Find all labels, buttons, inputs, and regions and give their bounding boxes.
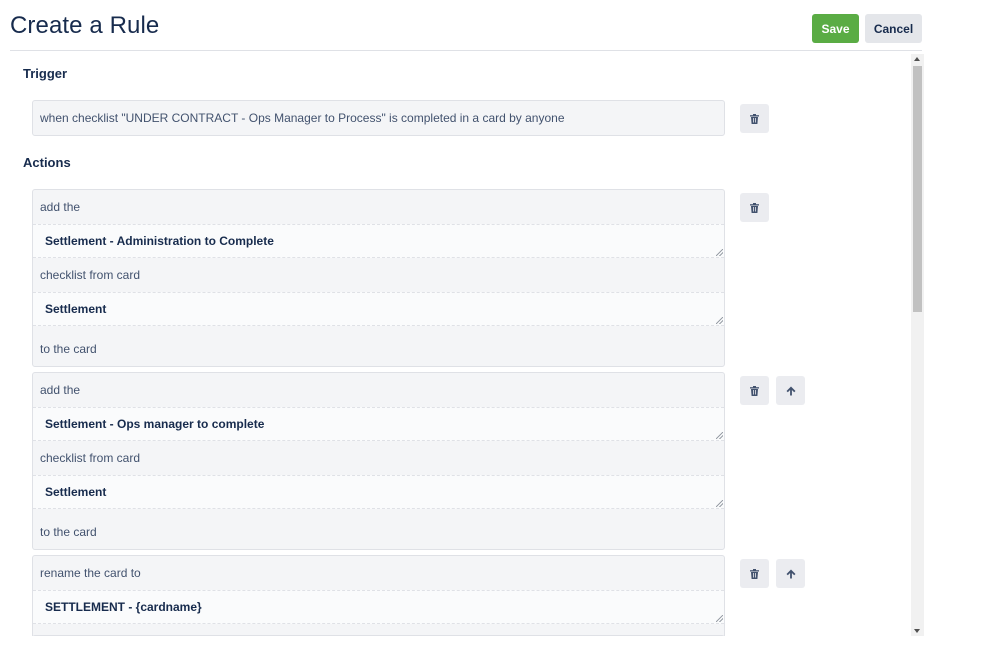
scroll-up-arrow-icon[interactable] xyxy=(914,57,920,61)
trash-icon xyxy=(750,568,759,579)
action-prefix-text: rename the card to xyxy=(40,566,141,580)
action-prefix-text: add the xyxy=(40,383,81,397)
page-title: Create a Rule xyxy=(10,12,160,39)
action-prefix-text: add the xyxy=(40,200,81,214)
checklist-name-field[interactable]: Settlement - Administration to Complete xyxy=(33,224,724,258)
action-item[interactable]: rename the card to SETTLEMENT - {cardnam… xyxy=(32,555,725,636)
action-suffix-text: to the card xyxy=(40,342,97,356)
trigger-box[interactable]: when checklist "UNDER CONTRACT - Ops Man… xyxy=(32,100,725,136)
trash-icon xyxy=(750,385,759,396)
scrollbar-thumb[interactable] xyxy=(913,66,922,312)
checklist-name-field[interactable]: Settlement - Ops manager to complete xyxy=(33,407,724,441)
field-value: Settlement - Ops manager to complete xyxy=(45,417,265,431)
trigger-section-label: Trigger xyxy=(23,66,68,81)
delete-trigger-button[interactable] xyxy=(740,104,769,133)
vertical-scrollbar[interactable] xyxy=(911,54,924,636)
scroll-down-arrow-icon[interactable] xyxy=(914,629,920,633)
action-middle-text: checklist from card xyxy=(40,451,141,465)
cancel-button[interactable]: Cancel xyxy=(865,14,922,43)
delete-action-button[interactable] xyxy=(740,376,769,405)
resize-handle[interactable] xyxy=(716,615,723,622)
new-card-name-field[interactable]: SETTLEMENT - {cardname} xyxy=(33,590,724,624)
arrow-up-icon xyxy=(786,569,795,578)
rule-editor-content[interactable]: Trigger when checklist "UNDER CONTRACT -… xyxy=(10,51,910,636)
action-suffix-text: to the card xyxy=(40,525,97,539)
delete-action-button[interactable] xyxy=(740,559,769,588)
delete-action-button[interactable] xyxy=(740,193,769,222)
save-button[interactable]: Save xyxy=(812,14,859,43)
action-item[interactable]: add the Settlement - Administration to C… xyxy=(32,189,725,367)
trash-icon xyxy=(750,202,759,213)
field-value: SETTLEMENT - {cardname} xyxy=(45,600,202,614)
trash-icon xyxy=(750,113,759,124)
move-action-up-button[interactable] xyxy=(776,376,805,405)
trigger-text: when checklist "UNDER CONTRACT - Ops Man… xyxy=(40,111,565,125)
field-value: Settlement - Administration to Complete xyxy=(45,234,274,248)
action-item[interactable]: add the Settlement - Ops manager to comp… xyxy=(32,372,725,550)
source-card-field[interactable]: Settlement xyxy=(33,475,724,509)
resize-handle[interactable] xyxy=(716,317,723,324)
actions-section-label: Actions xyxy=(23,155,71,170)
field-value: Settlement xyxy=(45,302,107,316)
arrow-up-icon xyxy=(786,386,795,395)
resize-handle[interactable] xyxy=(716,249,723,256)
action-middle-text: checklist from card xyxy=(40,268,141,282)
action-item[interactable] xyxy=(32,635,725,636)
resize-handle[interactable] xyxy=(716,432,723,439)
field-value: Settlement xyxy=(45,485,107,499)
source-card-field[interactable]: Settlement xyxy=(33,292,724,326)
move-action-up-button[interactable] xyxy=(776,559,805,588)
resize-handle[interactable] xyxy=(716,500,723,507)
